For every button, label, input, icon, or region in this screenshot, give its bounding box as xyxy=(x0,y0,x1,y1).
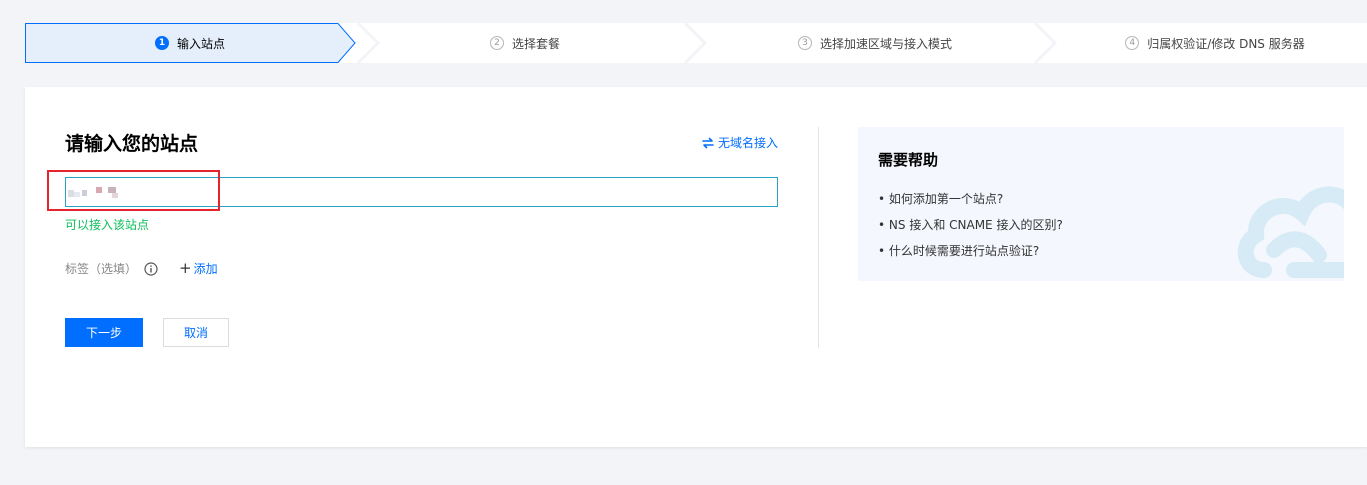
step-number-4: 4 xyxy=(1125,36,1140,50)
swap-icon xyxy=(702,137,714,149)
add-tag-button[interactable]: + 添加 xyxy=(179,260,218,277)
step-number-3: 3 xyxy=(797,36,812,50)
help-panel: 需要帮助 如何添加第一个站点? NS 接入和 CNAME 接入的区别? 什么时候… xyxy=(858,127,1344,281)
help-link-site-verification[interactable]: 什么时候需要进行站点验证? xyxy=(878,243,1063,269)
step-label-3: 选择加速区域与接入模式 xyxy=(819,36,952,51)
info-icon[interactable] xyxy=(144,261,158,276)
step-4: 4 归属权验证/修改 DNS 服务器 xyxy=(1055,23,1367,63)
page-title: 请输入您的站点 xyxy=(65,133,199,155)
add-tag-label: 添加 xyxy=(193,262,218,276)
vertical-divider xyxy=(818,127,819,348)
step-2: 2 选择套餐 xyxy=(355,23,695,63)
tag-row: 标签（选填） + 添加 xyxy=(65,260,218,277)
site-domain-input[interactable] xyxy=(65,177,778,207)
cloud-logo-icon xyxy=(1237,186,1344,278)
next-step-button[interactable]: 下一步 xyxy=(65,318,143,347)
step-label-1: 输入站点 xyxy=(176,36,225,51)
step-1: 1 输入站点 xyxy=(25,23,355,63)
step-number-1: 1 xyxy=(154,36,169,50)
plus-icon: + xyxy=(179,259,192,277)
help-link-ns-vs-cname[interactable]: NS 接入和 CNAME 接入的区别? xyxy=(878,217,1063,243)
step-progress-bar: 1 输入站点 2 选择套餐 3 选择加速区域与接入模式 4 归属权验证/修改 D… xyxy=(25,23,1367,63)
no-domain-access-link[interactable]: 无域名接入 xyxy=(702,134,778,151)
step-3: 3 选择加速区域与接入模式 xyxy=(705,23,1045,63)
tag-label: 标签（选填） xyxy=(65,262,138,276)
no-domain-access-label: 无域名接入 xyxy=(718,136,779,150)
help-title: 需要帮助 xyxy=(878,151,939,169)
validation-success-message: 可以接入该站点 xyxy=(65,218,150,232)
step-number-2: 2 xyxy=(489,36,504,50)
help-link-first-site[interactable]: 如何添加第一个站点? xyxy=(878,191,1063,217)
step-label-4: 归属权验证/修改 DNS 服务器 xyxy=(1147,36,1305,51)
redacted-site-value xyxy=(68,187,118,198)
add-site-card: 请输入您的站点 无域名接入 可以接入该站点 标签（选填） + 添加 下一步 取消… xyxy=(25,87,1367,447)
help-links: 如何添加第一个站点? NS 接入和 CNAME 接入的区别? 什么时候需要进行站… xyxy=(878,191,1063,269)
cancel-button[interactable]: 取消 xyxy=(163,318,229,347)
step-label-2: 选择套餐 xyxy=(511,36,560,51)
